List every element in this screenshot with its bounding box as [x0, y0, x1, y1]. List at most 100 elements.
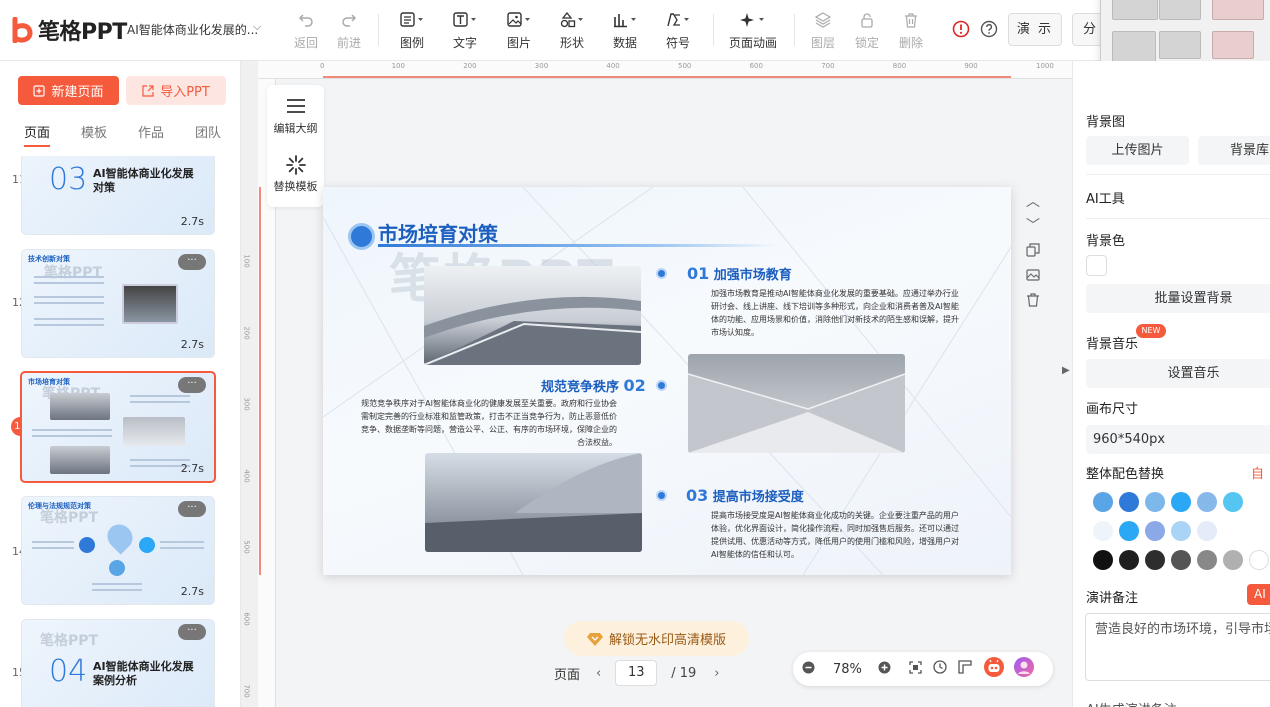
avatar-icon[interactable] [1013, 656, 1035, 682]
move-up-icon[interactable]: ︿ [1023, 191, 1043, 211]
text-label: 文字 [452, 36, 477, 50]
undo-button[interactable]: 返回 [289, 8, 323, 51]
page-animation-button[interactable]: 页面动画 [728, 8, 778, 51]
building-image[interactable] [425, 453, 642, 552]
shape-button[interactable]: 形状 [553, 8, 591, 51]
highway-image[interactable] [424, 266, 641, 365]
color-swatch[interactable] [1197, 521, 1217, 541]
slide-canvas[interactable]: 笔格PPT 市场培育对策 01 加强市场教育 加强市场教育是推动AI智能体商业化… [323, 187, 1011, 575]
section-1-heading[interactable]: 01 加强市场教育 [687, 264, 792, 283]
page-thumbnail-selected[interactable]: 市场培育对策 笔格PPT ··· 2.7s [20, 371, 216, 483]
slide-title[interactable]: 市场培育对策 [378, 218, 498, 247]
legend-button[interactable]: 图例 [393, 8, 431, 51]
history-icon[interactable] [933, 660, 947, 678]
zoom-level[interactable]: 78% [833, 662, 862, 677]
color-swatch[interactable] [1145, 550, 1165, 570]
text-button[interactable]: 文字 [446, 8, 484, 51]
import-ppt-button[interactable]: 导入PPT [126, 76, 226, 105]
page-thumbnail[interactable]: 笔格PPT 04 AI智能体商业化发展案例分析 ··· [21, 619, 215, 707]
section-1-text[interactable]: 加强市场教育是推动AI智能体商业化发展的重要基础。应通过举办行业研讨会、线上讲座… [711, 287, 961, 339]
more-options-button[interactable]: ··· [178, 501, 206, 517]
chevron-down-icon[interactable]: ⌵ [253, 20, 261, 34]
delete-button[interactable]: 删除 [896, 8, 926, 51]
page-number-input[interactable]: 13 [615, 660, 658, 686]
alert-icon[interactable] [952, 20, 970, 41]
color-swatch[interactable] [1145, 492, 1165, 512]
bg-library-button[interactable]: 背景库 [1198, 136, 1270, 165]
image-button[interactable]: 图片 [500, 8, 538, 51]
fit-screen-icon[interactable] [909, 660, 922, 678]
page-thumbnail[interactable]: 03 AI智能体商业化发展对策 2.7s [21, 156, 215, 235]
color-swatch[interactable] [1093, 550, 1113, 570]
section-3-text[interactable]: 提高市场接受度是AI智能体商业化成功的关键。企业要注重产品的用户体验，优化界面设… [711, 509, 961, 561]
copy-page-icon[interactable] [1023, 243, 1043, 261]
zoom-out-icon[interactable] [802, 661, 815, 678]
bg-color-swatch[interactable] [1086, 255, 1107, 276]
color-swatch[interactable] [1093, 492, 1113, 512]
ruler-tick-label: 300 [534, 62, 549, 70]
color-swatch[interactable] [1119, 550, 1139, 570]
architecture-image[interactable] [688, 354, 905, 453]
layer-button[interactable]: 图层 [808, 8, 838, 51]
color-swatch[interactable] [1197, 492, 1217, 512]
unlock-template-button[interactable]: 解锁无水印高清模版 [564, 621, 749, 656]
present-button[interactable]: 演 示 [1008, 13, 1062, 46]
collapse-panel-icon[interactable]: ▶ [1062, 365, 1072, 395]
layout-option[interactable] [1159, 31, 1201, 59]
zoom-in-icon[interactable] [878, 661, 891, 678]
new-page-button[interactable]: 新建页面 [18, 76, 119, 105]
canvas-size-field[interactable]: 960*540px [1086, 425, 1270, 454]
batch-bg-button[interactable]: 批量设置背景 [1086, 284, 1270, 313]
lock-button[interactable]: 锁定 [852, 8, 882, 51]
page-thumbnail[interactable]: 技术创新对策 笔格PPT ··· 2.7s [21, 249, 215, 358]
delete-page-icon[interactable] [1023, 293, 1043, 311]
set-music-button[interactable]: 设置音乐 [1086, 359, 1270, 388]
prev-page-icon[interactable]: ‹ [596, 666, 601, 681]
symbol-button[interactable]: 符号 [659, 8, 697, 51]
color-swatch[interactable] [1171, 492, 1191, 512]
ai-notes-button[interactable]: AI [1247, 584, 1270, 605]
color-swatch[interactable] [1171, 521, 1191, 541]
next-page-icon[interactable]: › [714, 666, 719, 681]
layout-option[interactable] [1212, 0, 1264, 20]
app-logo[interactable]: 笔格PPT [12, 14, 127, 46]
color-swatch[interactable] [1119, 521, 1139, 541]
zoom-controls: 78% [793, 652, 1053, 686]
ai-notes-hint: AI生成演讲备注 [1086, 699, 1177, 707]
section-2-heading[interactable]: 规范竞争秩序 02 [541, 376, 646, 395]
color-swatch[interactable] [1093, 521, 1113, 541]
section-2-text[interactable]: 规范竞争秩序对于AI智能体商业化的健康发展至关重要。政府和行业协会需制定完善的行… [361, 397, 617, 449]
color-swatch[interactable] [1171, 550, 1191, 570]
redo-button[interactable]: 前进 [332, 8, 366, 51]
replace-image-icon[interactable] [1023, 268, 1043, 286]
layout-option[interactable] [1112, 0, 1158, 20]
upload-image-button[interactable]: 上传图片 [1086, 136, 1189, 165]
layout-option[interactable] [1212, 31, 1254, 59]
data-chart-button[interactable]: 数据 [606, 8, 644, 51]
more-options-button[interactable]: ··· [178, 624, 206, 640]
section-3-heading[interactable]: 03 提高市场接受度 [686, 486, 804, 505]
left-panel-scrollbar[interactable] [241, 61, 258, 707]
document-title[interactable]: AI智能体商业化发展的... [127, 21, 258, 38]
color-swatch[interactable] [1249, 550, 1269, 570]
grid-ruler-icon[interactable] [958, 660, 972, 678]
color-swatch[interactable] [1223, 492, 1243, 512]
more-options-button[interactable]: ··· [178, 377, 206, 393]
tab-works[interactable]: 作品 [138, 122, 195, 141]
replace-template-button[interactable]: 替换模板 [267, 155, 324, 194]
color-swatch[interactable] [1223, 550, 1243, 570]
move-down-icon[interactable]: ﹀ [1023, 215, 1043, 235]
color-replace-custom[interactable]: 自 [1251, 463, 1264, 482]
edit-outline-button[interactable]: 编辑大纲 [267, 97, 324, 136]
assistant-bot-icon[interactable] [983, 656, 1005, 682]
speaker-notes-textarea[interactable]: 营造良好的市场环境，引导市场需求，促进AI智能体的广泛应用。 [1085, 613, 1270, 681]
layout-option[interactable] [1159, 0, 1201, 20]
tab-pages[interactable]: 页面 [24, 122, 81, 141]
color-swatch[interactable] [1145, 521, 1165, 541]
tab-templates[interactable]: 模板 [81, 122, 138, 141]
page-thumbnail[interactable]: 伦理与法规规范对策 笔格PPT ··· 2.7s [21, 496, 215, 605]
color-swatch[interactable] [1119, 492, 1139, 512]
color-swatch[interactable] [1197, 550, 1217, 570]
more-options-button[interactable]: ··· [178, 254, 206, 270]
help-icon[interactable] [980, 20, 998, 41]
